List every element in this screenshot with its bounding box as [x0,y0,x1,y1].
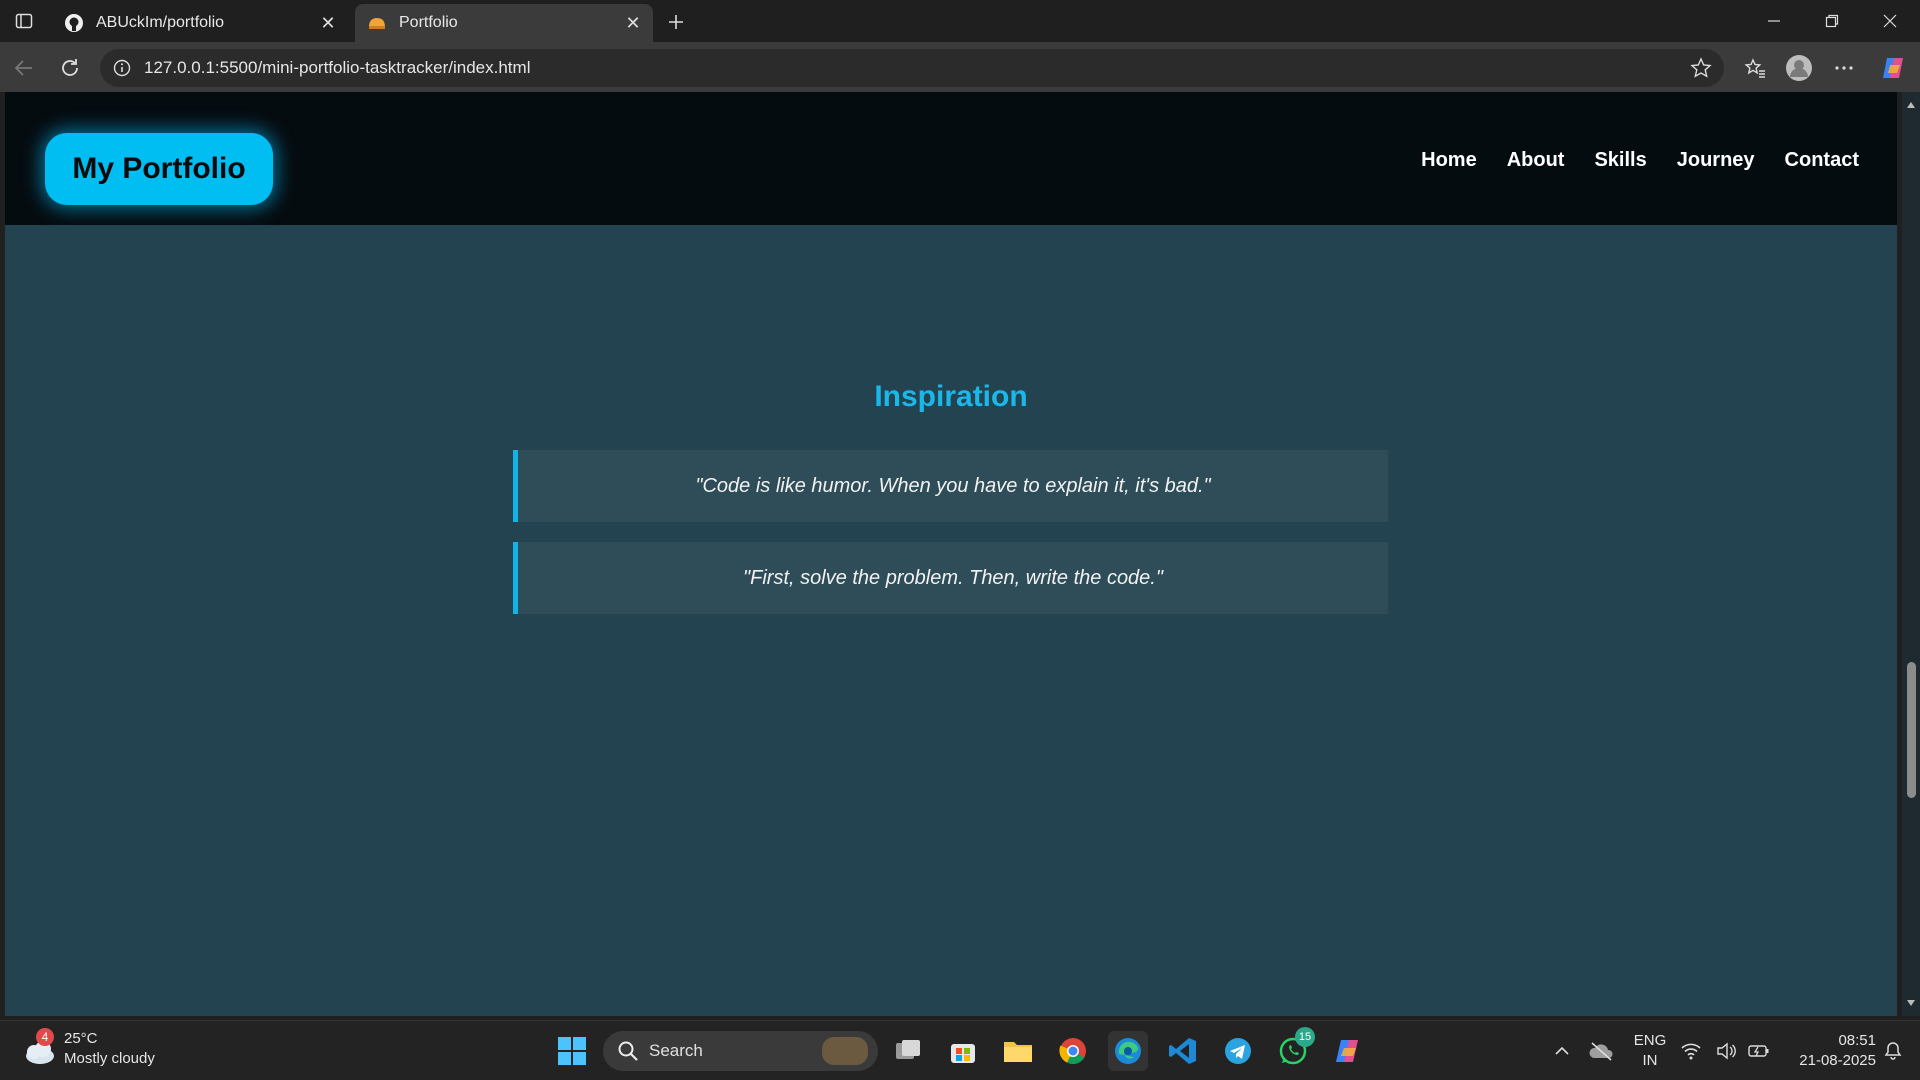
refresh-icon[interactable] [56,54,84,82]
quote-card: "First, solve the problem. Then, write t… [513,542,1388,614]
notifications-icon[interactable] [1878,1031,1908,1071]
tab-actions-icon[interactable] [12,9,36,33]
copilot-icon[interactable] [1878,53,1908,83]
vscode-icon[interactable] [1163,1031,1203,1071]
restore-icon[interactable] [1803,0,1861,42]
tab-title: Portfolio [399,14,458,31]
page-viewport: My Portfolio Home About Skills Journey C… [5,92,1897,1016]
browser-window: ABUckIm/portfolio ✕ Portfolio ✕ 127.0.0.… [0,0,1920,1080]
weather-temp: 25°C [64,1030,98,1047]
scroll-up-icon[interactable] [1906,100,1916,110]
site-info-icon[interactable] [112,58,132,78]
back-icon[interactable] [10,54,38,82]
nav-about[interactable]: About [1507,149,1565,172]
onedrive-icon[interactable] [1582,1031,1622,1071]
weather-alert-badge: 4 [36,1028,54,1046]
main-nav: Home About Skills Journey Contact [1421,149,1859,172]
new-tab-icon[interactable] [662,8,690,36]
copilot-app-icon[interactable] [1328,1031,1368,1071]
nav-skills[interactable]: Skills [1594,149,1646,172]
weather-widget[interactable]: 4 25°C Mostly cloudy [20,1028,155,1069]
language-region: IN [1642,1052,1658,1069]
search-highlight-image [822,1037,868,1065]
battery-icon[interactable] [1744,1031,1774,1071]
show-hidden-icons[interactable] [1542,1031,1582,1071]
address-toolbar: 127.0.0.1:5500/mini-portfolio-tasktracke… [0,42,1920,92]
volume-icon[interactable] [1711,1031,1741,1071]
page-icon [367,13,387,33]
favorites-icon[interactable] [1740,53,1770,83]
telegram-icon[interactable] [1218,1031,1258,1071]
quote-card: "Code is like humor. When you have to ex… [513,450,1388,522]
clock-time: 08:51 [1838,1032,1876,1049]
site-header: My Portfolio Home About Skills Journey C… [5,92,1897,225]
start-button[interactable] [552,1031,592,1071]
store-icon[interactable] [943,1031,983,1071]
close-tab-icon[interactable]: ✕ [316,11,340,35]
close-window-icon[interactable] [1861,0,1919,42]
tab-portfolio[interactable]: Portfolio ✕ [355,4,653,42]
close-tab-icon[interactable]: ✕ [621,11,645,35]
title-bar: ABUckIm/portfolio ✕ Portfolio ✕ [0,0,1920,42]
cloud-icon: 4 [20,1028,58,1068]
tab-title: ABUckIm/portfolio [96,14,225,31]
whatsapp-icon[interactable]: 15 [1273,1027,1315,1071]
scroll-thumb[interactable] [1907,662,1916,798]
clock[interactable]: 08:51 21-08-2025 [1780,1031,1876,1071]
file-explorer-icon[interactable] [998,1031,1038,1071]
wifi-icon[interactable] [1676,1031,1706,1071]
nav-contact[interactable]: Contact [1785,149,1859,172]
edge-icon[interactable] [1108,1031,1148,1071]
task-view-icon[interactable] [888,1031,928,1071]
favorite-star-icon[interactable] [1690,57,1712,79]
taskbar-search[interactable]: Search [603,1031,878,1071]
more-options-icon[interactable] [1829,53,1859,83]
weather-text: 25°C Mostly cloudy [64,1029,155,1069]
profile-avatar-icon[interactable] [1784,53,1814,83]
chrome-icon[interactable] [1053,1031,1093,1071]
taskbar: 4 25°C Mostly cloudy Search 15 ENG IN 08… [0,1020,1920,1080]
language-code: ENG [1633,1032,1667,1049]
nav-home[interactable]: Home [1421,149,1477,172]
github-icon [64,13,84,33]
search-label: Search [649,1041,703,1060]
page-scrollbar[interactable] [1902,92,1920,1016]
minimize-icon[interactable] [1745,0,1803,42]
tab-github[interactable]: ABUckIm/portfolio ✕ [52,4,348,42]
language-indicator[interactable]: ENG IN [1624,1031,1676,1071]
clock-date: 21-08-2025 [1799,1052,1876,1069]
url-text: 127.0.0.1:5500/mini-portfolio-tasktracke… [144,58,531,77]
address-bar[interactable]: 127.0.0.1:5500/mini-portfolio-tasktracke… [100,49,1724,87]
scroll-down-icon[interactable] [1906,998,1916,1008]
search-icon [618,1041,638,1061]
weather-condition: Mostly cloudy [64,1050,155,1067]
section-title: Inspiration [874,380,1028,413]
site-logo[interactable]: My Portfolio [45,133,273,205]
whatsapp-badge: 15 [1295,1027,1315,1047]
nav-journey[interactable]: Journey [1677,149,1755,172]
